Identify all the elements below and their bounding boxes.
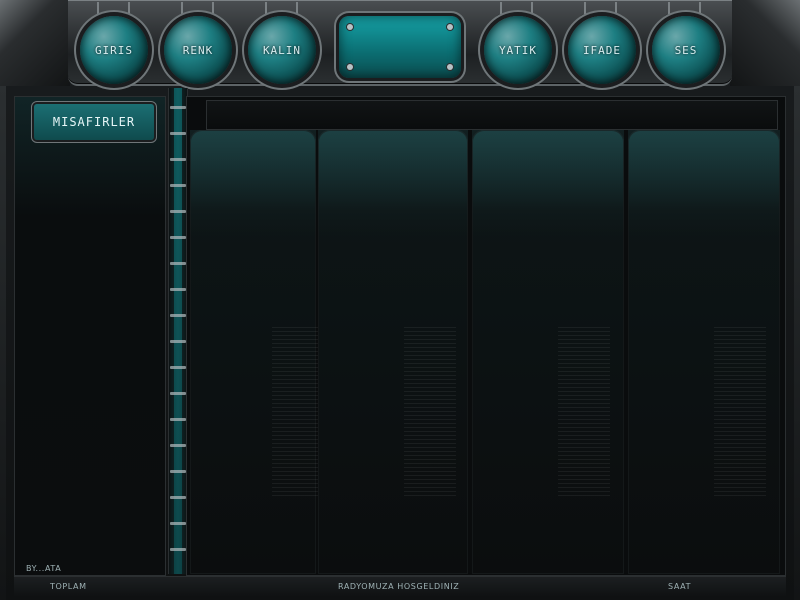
- spine-tick: [170, 522, 186, 525]
- status-bar: TOPLAM RADYOMUZA HOSGELDINIZ SAAT: [14, 576, 786, 597]
- welcome-text: RADYOMUZA HOSGELDINIZ: [338, 582, 460, 591]
- kalin-label: KALIN: [262, 43, 302, 57]
- giris-button[interactable]: GIRIS: [80, 16, 148, 84]
- spine-tick: [170, 236, 186, 239]
- wire-ornament: [665, 2, 673, 24]
- ses-label: SES: [674, 43, 698, 57]
- screw-icon: [347, 64, 353, 70]
- kalin-button[interactable]: KALIN: [248, 16, 316, 84]
- column-bars: [404, 326, 456, 496]
- guests-tab-label: MISAFIRLER: [52, 115, 136, 129]
- left-edge: [0, 86, 6, 600]
- wire-ornament: [262, 2, 270, 24]
- spine-tick: [170, 444, 186, 447]
- spine-tick: [170, 158, 186, 161]
- spine-tick: [170, 132, 186, 135]
- wire-ornament: [581, 2, 589, 24]
- spine-tick: [170, 106, 186, 109]
- ifade-button[interactable]: IFADE: [568, 16, 636, 84]
- renk-button[interactable]: RENK: [164, 16, 232, 84]
- spine-tick: [170, 314, 186, 317]
- spine-tick: [170, 262, 186, 265]
- ses-button[interactable]: SES: [652, 16, 720, 84]
- wire-ornament: [178, 2, 186, 24]
- renk-label: RENK: [182, 43, 214, 57]
- guest-list-panel: [14, 96, 166, 576]
- chat-header: [206, 100, 778, 130]
- column-bars: [714, 326, 766, 496]
- wire-ornament: [612, 2, 620, 24]
- wire-ornament: [125, 2, 133, 24]
- column-bars: [272, 326, 324, 496]
- yatik-label: YATIK: [498, 43, 538, 57]
- chat-column: [190, 130, 324, 574]
- ifade-label: IFADE: [582, 43, 622, 57]
- time-label: SAAT: [668, 582, 692, 591]
- yatik-button[interactable]: YATIK: [484, 16, 552, 84]
- guests-tab[interactable]: MISAFIRLER: [34, 104, 154, 140]
- author-credit: BY...ATA: [26, 564, 62, 573]
- screw-icon: [347, 24, 353, 30]
- wire-ornament: [94, 2, 102, 24]
- column-bars: [558, 326, 610, 496]
- screw-icon: [447, 24, 453, 30]
- spine-tick: [170, 548, 186, 551]
- chat-column: [318, 130, 468, 574]
- spine-tick: [170, 392, 186, 395]
- spine-tick: [170, 288, 186, 291]
- spine-tick: [170, 210, 186, 213]
- wire-ornament: [528, 2, 536, 24]
- spine-tick: [170, 340, 186, 343]
- chat-column: [628, 130, 780, 574]
- giris-label: GIRIS: [94, 43, 134, 57]
- spine-tick: [170, 496, 186, 499]
- total-label: TOPLAM: [50, 582, 87, 591]
- wire-ornament: [497, 2, 505, 24]
- wire-ornament: [209, 2, 217, 24]
- spine-tick: [170, 184, 186, 187]
- chat-column: [472, 130, 624, 574]
- right-edge: [794, 86, 800, 600]
- spine-tick: [170, 366, 186, 369]
- center-display-panel: [339, 16, 461, 78]
- screw-icon: [447, 64, 453, 70]
- spine-tick: [170, 418, 186, 421]
- left-corner-ornament: [0, 0, 70, 86]
- wire-ornament: [293, 2, 301, 24]
- wire-ornament: [696, 2, 704, 24]
- spine-tick: [170, 470, 186, 473]
- divider-spine: [168, 88, 188, 574]
- right-corner-ornament: [730, 0, 800, 86]
